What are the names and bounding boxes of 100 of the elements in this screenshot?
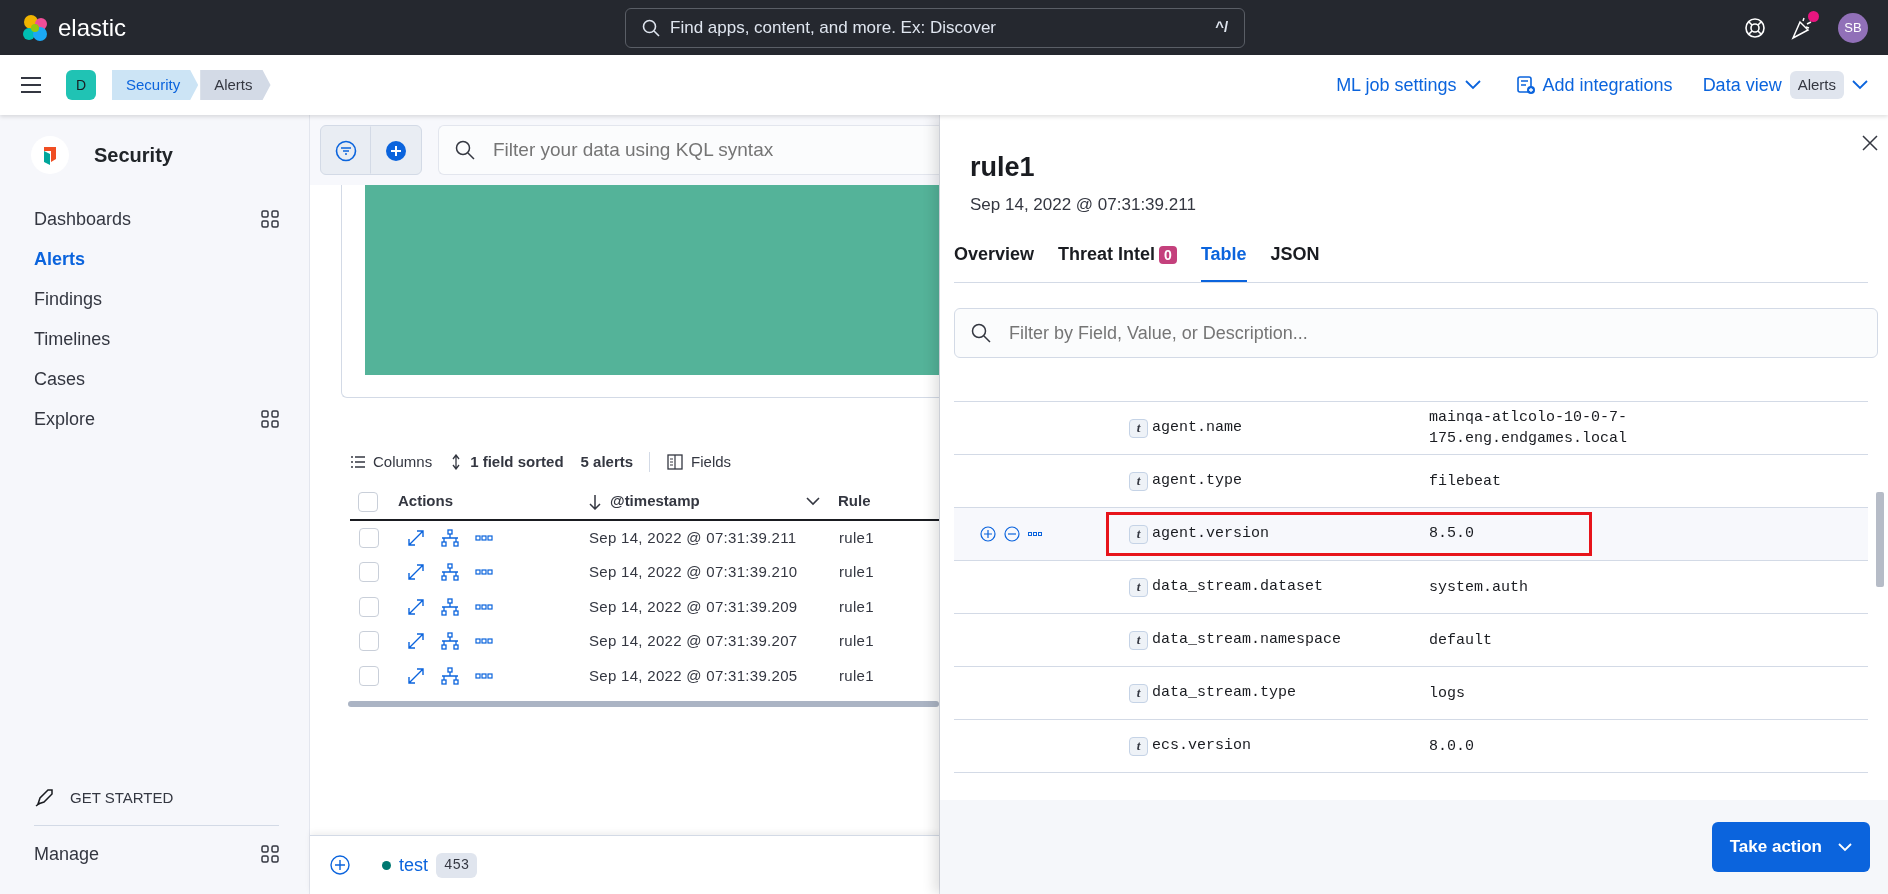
table-cell-text: Sep 14, 2022 @ 07:31:39.209 <box>589 596 799 617</box>
global-search-field[interactable]: Find apps, content, and more. Ex: Discover ^/ <box>625 7 1245 48</box>
expand-icon[interactable] <box>407 597 425 616</box>
sidebar-item[interactable]: Alerts <box>34 245 86 273</box>
table-cell-text: Sep 14, 2022 @ 07:31:39.205 <box>589 665 799 686</box>
sidebar-item[interactable]: Dashboards <box>34 205 132 233</box>
table-cell-text: rule1 <box>839 596 874 617</box>
row-checkbox[interactable] <box>359 631 379 652</box>
query-field[interactable]: Filter your data using KQL syntax <box>438 125 939 175</box>
table-cell-text: Sep 14, 2022 @ 07:31:39.210 <box>589 562 799 582</box>
remove-filter-icon[interactable] <box>1004 526 1020 542</box>
more-icon[interactable] <box>1028 531 1042 537</box>
apps-grid-icon[interactable] <box>261 845 279 863</box>
field-value: logs <box>1429 683 1466 704</box>
avatar[interactable]: SB <box>1838 12 1868 43</box>
elastic-logo-icon <box>20 12 50 43</box>
text-type-icon: t <box>1129 471 1148 491</box>
search-input[interactable]: Find apps, content, and more. Ex: Discover <box>668 13 1208 42</box>
table-cell-text: Sep 14, 2022 @ 07:31:39.207 <box>589 631 799 651</box>
expand-icon[interactable] <box>407 563 425 582</box>
tab[interactable]: Overview <box>954 241 1035 282</box>
field-name: data_stream.namespace <box>1152 629 1342 650</box>
breadcrumb[interactable]: Alerts <box>200 70 271 100</box>
status-dot <box>382 860 391 870</box>
help-icon[interactable] <box>1744 16 1766 39</box>
select-all-checkbox[interactable] <box>358 491 378 512</box>
column-header[interactable]: @timestamp <box>610 490 700 513</box>
row-checkbox[interactable] <box>359 665 379 686</box>
hierarchy-icon[interactable] <box>441 563 459 582</box>
timeline-count: 453 <box>436 852 478 878</box>
tab[interactable]: JSON <box>1270 241 1320 282</box>
more-icon[interactable] <box>475 569 493 576</box>
fields-button[interactable]: Fields <box>666 450 733 475</box>
apps-grid-icon[interactable] <box>261 410 279 428</box>
header-link[interactable]: Add integrations <box>1510 70 1679 100</box>
expand-icon[interactable] <box>407 666 425 685</box>
more-icon[interactable] <box>475 534 493 541</box>
list-icon <box>351 456 365 469</box>
field-value: filebeat <box>1429 471 1502 492</box>
more-icon[interactable] <box>475 672 493 679</box>
search-icon <box>642 18 660 37</box>
hierarchy-icon[interactable] <box>441 597 459 616</box>
row-checkbox[interactable] <box>359 527 379 548</box>
table-cell-text: rule1 <box>839 631 874 651</box>
columns-button[interactable]: Columns <box>350 450 434 475</box>
chevron-down-icon[interactable] <box>1852 80 1868 90</box>
text-type-icon: t <box>1129 524 1148 544</box>
table-cell-text: rule1 <box>839 665 874 686</box>
menu-icon[interactable] <box>20 76 42 94</box>
sidebar-item[interactable]: Cases <box>34 365 86 393</box>
timeline-link[interactable]: test <box>399 851 428 879</box>
hierarchy-icon[interactable] <box>441 528 459 547</box>
more-icon[interactable] <box>475 603 493 610</box>
row-checkbox[interactable] <box>359 562 379 583</box>
apps-grid-icon[interactable] <box>261 210 279 228</box>
chevron-down-icon[interactable] <box>806 497 820 506</box>
space-avatar[interactable]: D <box>66 70 96 100</box>
take-action-button[interactable]: Take action <box>1711 822 1870 872</box>
search-icon <box>971 323 991 343</box>
hierarchy-icon[interactable] <box>441 666 459 685</box>
field-name: ecs.version <box>1152 735 1252 756</box>
brand-name: elastic <box>58 12 127 43</box>
close-icon[interactable] <box>1862 135 1878 151</box>
add-filter-icon[interactable] <box>980 526 996 542</box>
get-started-link[interactable]: GET STARTED <box>70 786 174 809</box>
security-logo-icon <box>30 135 70 175</box>
field-value: mainqa-atlcolo-10-0-7-175.eng.endgames.local <box>1429 408 1629 449</box>
sidebar-item[interactable]: Explore <box>34 405 96 433</box>
breadcrumb[interactable]: Security <box>112 70 199 100</box>
field-value: 8.5.0 <box>1429 523 1474 544</box>
add-timeline-icon[interactable] <box>330 855 350 875</box>
expand-icon[interactable] <box>407 528 425 547</box>
sidebar-title: Security <box>94 143 173 168</box>
field-filter-field[interactable]: Filter by Field, Value, or Description... <box>954 308 1878 358</box>
party-icon[interactable] <box>1790 15 1814 40</box>
sort-down-icon <box>588 493 602 510</box>
filter-input[interactable]: Filter by Field, Value, or Description... <box>1007 318 1861 348</box>
text-type-icon: t <box>1129 683 1148 703</box>
field-value: system.auth <box>1429 577 1530 598</box>
header-link[interactable]: ML job settings <box>1330 70 1487 100</box>
data-view-badge[interactable]: Alerts <box>1789 70 1844 100</box>
tab[interactable]: Table <box>1200 241 1247 282</box>
row-checkbox[interactable] <box>359 596 379 617</box>
sidebar-item[interactable]: Manage <box>34 840 100 868</box>
hierarchy-icon[interactable] <box>441 632 459 651</box>
expand-icon[interactable] <box>407 632 425 651</box>
flyout-timestamp: Sep 14, 2022 @ 07:31:39.211 <box>970 193 1197 216</box>
search-icon <box>455 140 475 160</box>
field-value: default <box>1429 630 1493 651</box>
scrollbar[interactable] <box>1876 492 1884 587</box>
sidebar-item[interactable]: Timelines <box>34 325 111 353</box>
field-name: agent.name <box>1152 417 1242 438</box>
flyout-title: rule1 <box>970 151 1036 184</box>
tab[interactable]: Threat Intel 0 <box>1058 241 1177 282</box>
shortcut-hint: ^/ <box>1215 18 1228 38</box>
more-icon[interactable] <box>475 638 493 645</box>
sort-button[interactable]: 1 field sorted <box>449 450 565 475</box>
sidebar-item[interactable]: Findings <box>34 285 103 313</box>
field-name: data_stream.dataset <box>1152 576 1324 597</box>
count-badge: 0 <box>1159 246 1177 264</box>
